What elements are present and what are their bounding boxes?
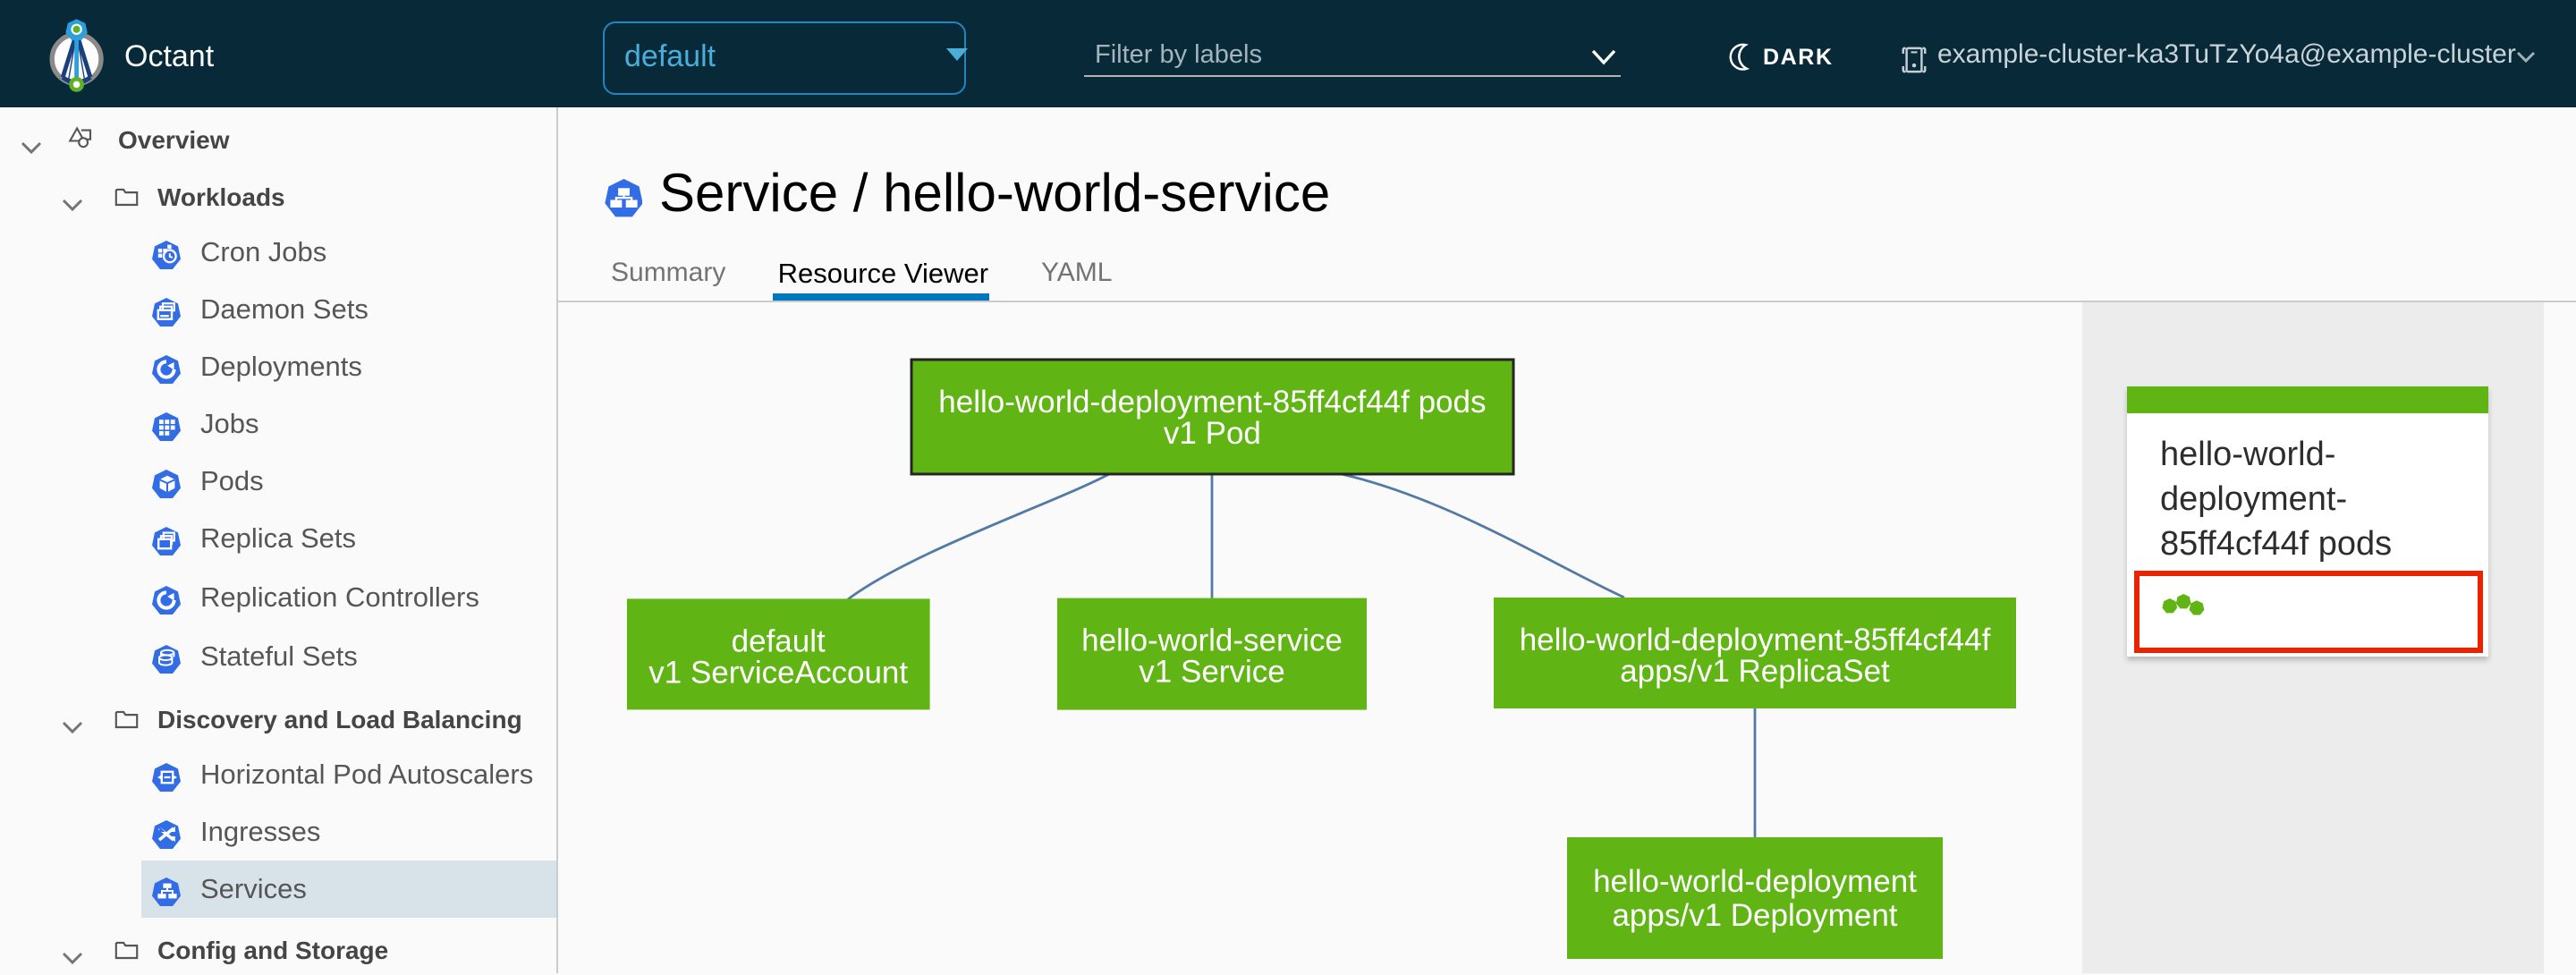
svg-text:v1 ServiceAccount: v1 ServiceAccount: [648, 655, 908, 690]
svg-text:v1 Service: v1 Service: [1139, 655, 1284, 690]
svg-text:hello-world-deployment-85ff4cf: hello-world-deployment-85ff4cf44f: [1520, 623, 1991, 657]
svg-text:hello-world-service: hello-world-service: [1081, 623, 1343, 658]
svg-text:hello-world-deployment-85ff4cf: hello-world-deployment-85ff4cf44f pods: [938, 385, 1486, 420]
svg-text:v1 Pod: v1 Pod: [1164, 416, 1261, 451]
svg-text:hello-world-deployment: hello-world-deployment: [1593, 864, 1917, 899]
svg-text:apps/v1 ReplicaSet: apps/v1 ReplicaSet: [1620, 654, 1890, 689]
svg-text:apps/v1 Deployment: apps/v1 Deployment: [1612, 898, 1897, 933]
svg-text:default: default: [732, 623, 826, 658]
